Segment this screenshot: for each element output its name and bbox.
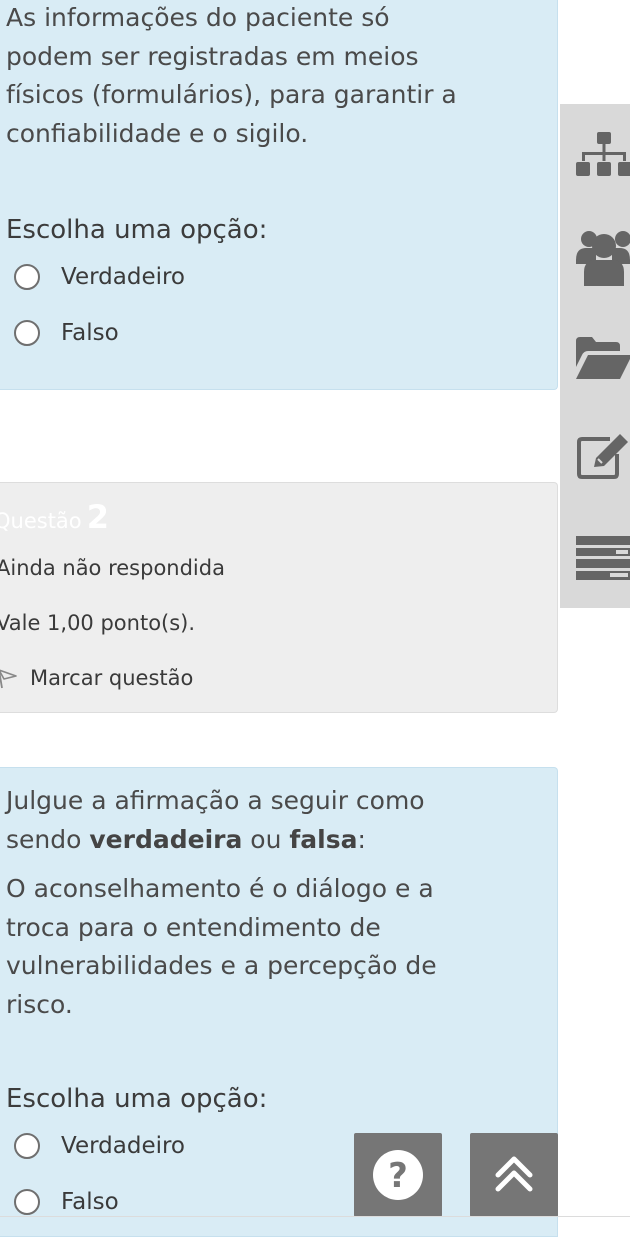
flag-question-link[interactable]: Marcar questão bbox=[0, 666, 193, 690]
question-number: Questão 2 bbox=[0, 498, 109, 536]
choose-option-prompt: Escolha uma opção: bbox=[6, 215, 268, 245]
back-to-top-button[interactable] bbox=[470, 1133, 558, 1217]
question-text-line: As informações do paciente só bbox=[6, 3, 390, 32]
option-label: Verdadeiro bbox=[61, 264, 186, 290]
option-label: Verdadeiro bbox=[61, 1133, 186, 1159]
radio-button[interactable] bbox=[14, 1189, 40, 1215]
instruction-text: ou bbox=[242, 824, 290, 854]
users-icon[interactable] bbox=[576, 228, 630, 286]
radio-button[interactable] bbox=[14, 320, 40, 346]
question-text-line: risco. bbox=[6, 989, 73, 1019]
question-2-info: Questão 2 Ainda não respondida Vale 1,00… bbox=[0, 482, 558, 713]
option-verdadeiro[interactable]: Verdadeiro bbox=[14, 264, 185, 290]
flag-question-label: Marcar questão bbox=[30, 666, 194, 690]
option-label: Falso bbox=[61, 1189, 119, 1215]
question-grade: Vale 1,00 ponto(s). bbox=[0, 611, 196, 635]
instruction-true-word: verdadeira bbox=[89, 824, 243, 854]
option-label: Falso bbox=[61, 320, 119, 346]
bottom-divider bbox=[0, 1216, 630, 1217]
question-word: Questão bbox=[0, 509, 82, 533]
question-status: Ainda não respondida bbox=[0, 556, 225, 580]
question-text: As informações do paciente só podem ser … bbox=[6, 0, 457, 153]
question-text-line: podem ser registradas em meios bbox=[6, 41, 419, 71]
option-falso[interactable]: Falso bbox=[14, 320, 119, 346]
radio-button[interactable] bbox=[14, 264, 40, 290]
block-drawer bbox=[560, 104, 630, 608]
question-instruction: Julgue a afirmação a seguir como sendo v… bbox=[6, 782, 425, 859]
flag-icon bbox=[0, 669, 17, 689]
question-text-line: vulnerabilidades e a percepção de bbox=[6, 951, 437, 980]
question-1-content: As informações do paciente só podem ser … bbox=[0, 0, 558, 390]
question-circle-icon: ? bbox=[373, 1150, 423, 1200]
help-button[interactable]: ? bbox=[354, 1133, 442, 1217]
folder-open-icon[interactable] bbox=[576, 337, 630, 381]
radio-button[interactable] bbox=[14, 1133, 40, 1159]
question-number-value: 2 bbox=[86, 498, 110, 536]
option-falso[interactable]: Falso bbox=[14, 1189, 119, 1215]
help-glyph: ? bbox=[388, 1156, 408, 1196]
question-text-line: O aconselhamento é o diálogo e a bbox=[6, 874, 434, 903]
question-text-line: físicos (formulários), para garantir a bbox=[6, 80, 457, 109]
double-chevron-up-icon bbox=[495, 1156, 533, 1192]
choose-option-prompt: Escolha uma opção: bbox=[6, 1084, 268, 1114]
instruction-line: Julgue a afirmação a seguir como bbox=[6, 786, 425, 815]
instruction-false-word: falsa bbox=[289, 824, 358, 854]
list-icon[interactable] bbox=[576, 536, 630, 580]
option-verdadeiro[interactable]: Verdadeiro bbox=[14, 1133, 185, 1159]
question-text: O aconselhamento é o diálogo e a troca p… bbox=[6, 870, 437, 1024]
question-text-line: troca para o entendimento de bbox=[6, 912, 381, 942]
question-text-line: confiabilidade e o sigilo. bbox=[6, 118, 309, 148]
instruction-text: sendo bbox=[6, 824, 90, 854]
instruction-text: : bbox=[357, 824, 366, 854]
edit-icon[interactable] bbox=[576, 432, 630, 480]
sitemap-icon[interactable] bbox=[576, 132, 630, 180]
